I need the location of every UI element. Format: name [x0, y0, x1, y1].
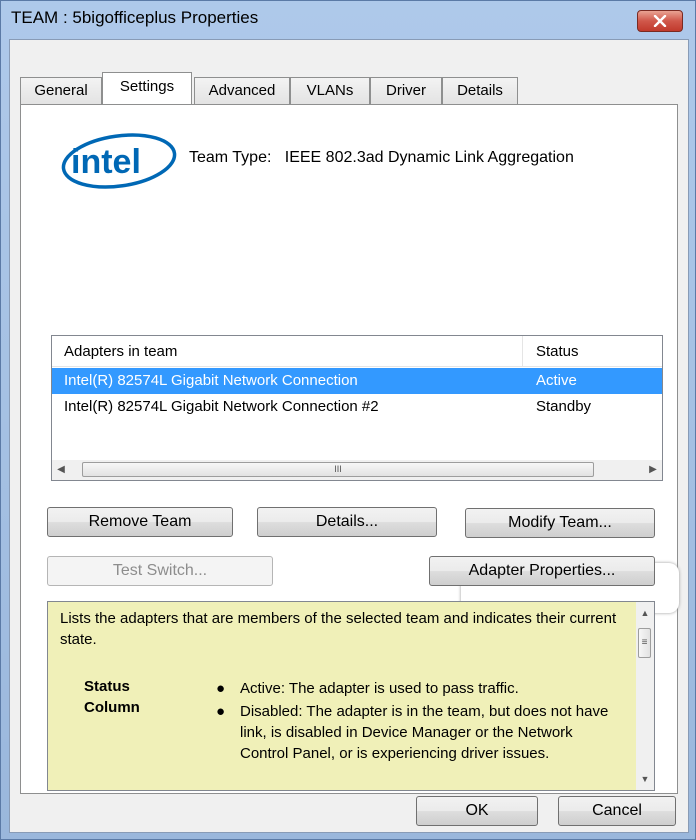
scrollbar-thumb[interactable]: III	[82, 462, 594, 477]
tab-driver[interactable]: Driver	[370, 77, 442, 104]
adapter-name: Intel(R) 82574L Gigabit Network Connecti…	[64, 372, 358, 389]
column-header-status[interactable]: Status	[536, 343, 579, 360]
title-bar[interactable]: TEAM : 5bigofficeplus Properties	[1, 1, 695, 35]
adapter-row[interactable]: Intel(R) 82574L Gigabit Network Connecti…	[52, 394, 662, 420]
adapter-name: Intel(R) 82574L Gigabit Network Connecti…	[64, 398, 379, 415]
help-text-box: Lists the adapters that are members of t…	[47, 601, 655, 791]
close-icon	[653, 15, 667, 27]
tab-label: Settings	[119, 78, 175, 95]
scroll-right-icon[interactable]: ▶	[644, 460, 662, 480]
test-switch-button[interactable]: Test Switch...	[47, 556, 273, 586]
tab-label: General	[34, 82, 88, 99]
settings-panel: intel Team Type: IEEE 802.3ad Dynamic Li…	[20, 104, 679, 794]
help-bullet: ● Active: The adapter is used to pass tra…	[212, 678, 622, 699]
cancel-button[interactable]: Cancel	[558, 796, 676, 826]
scrollbar-grip: III	[334, 464, 342, 474]
ok-button[interactable]: OK	[416, 796, 538, 826]
bullet-icon: ●	[216, 680, 226, 697]
adapter-row[interactable]: Intel(R) 82574L Gigabit Network Connecti…	[52, 368, 662, 394]
tab-label: Details	[457, 82, 503, 99]
help-intro-text: Lists the adapters that are members of t…	[60, 610, 617, 648]
tab-vlans[interactable]: VLANs	[290, 77, 370, 104]
help-bullet-text: Active: The adapter is used to pass traf…	[240, 680, 519, 697]
scroll-up-icon[interactable]: ▲	[636, 604, 654, 622]
column-divider[interactable]	[522, 336, 523, 366]
help-bullet-text: Disabled: The adapter is in the team, bu…	[240, 703, 609, 762]
column-header-adapters[interactable]: Adapters in team	[64, 343, 177, 360]
scroll-down-icon[interactable]: ▼	[636, 770, 654, 788]
list-header: Adapters in team Status	[52, 336, 662, 367]
vertical-scrollbar[interactable]: ▲ ≡ ▼	[636, 602, 654, 790]
intel-logo: intel	[61, 133, 177, 189]
tab-label: Advanced	[208, 82, 276, 99]
team-type: Team Type: IEEE 802.3ad Dynamic Link Agg…	[189, 149, 574, 167]
team-type-label: Team Type:	[189, 149, 272, 166]
tab-details[interactable]: Details	[442, 77, 518, 104]
adapter-status: Standby	[536, 398, 592, 415]
details-button[interactable]: Details...	[257, 507, 437, 537]
tab-label: Driver	[386, 82, 426, 99]
bullet-icon: ●	[216, 703, 226, 720]
properties-window: TEAM : 5bigofficeplus Properties General…	[0, 0, 696, 840]
close-button[interactable]	[637, 10, 683, 32]
scrollbar-thumb[interactable]: ≡	[638, 628, 651, 658]
adapter-properties-button[interactable]: Adapter Properties...	[429, 556, 655, 586]
modify-team-button[interactable]: Modify Team...	[465, 508, 655, 538]
tab-settings[interactable]: Settings	[102, 72, 192, 104]
scroll-left-icon[interactable]: ◀	[52, 460, 70, 480]
remove-team-button[interactable]: Remove Team	[47, 507, 233, 537]
adapters-list[interactable]: Adapters in team Status Intel(R) 82574L …	[51, 335, 663, 481]
tab-advanced[interactable]: Advanced	[194, 77, 290, 104]
dialog-client-area: General Settings Advanced VLANs Driver D…	[9, 39, 689, 833]
help-bullet-list: ● Active: The adapter is used to pass tra…	[212, 678, 622, 766]
horizontal-scrollbar[interactable]: ◀ III ▶	[52, 460, 662, 480]
intel-logo-text: intel	[71, 143, 141, 181]
window-title: TEAM : 5bigofficeplus Properties	[11, 8, 259, 27]
team-type-value: IEEE 802.3ad Dynamic Link Aggregation	[284, 149, 574, 166]
adapter-status: Active	[536, 372, 577, 389]
tab-general[interactable]: General	[20, 77, 102, 104]
help-section-label: Status Column	[84, 678, 140, 716]
tab-label: VLANs	[306, 82, 354, 99]
help-bullet: ● Disabled: The adapter is in the team, b…	[212, 701, 622, 764]
